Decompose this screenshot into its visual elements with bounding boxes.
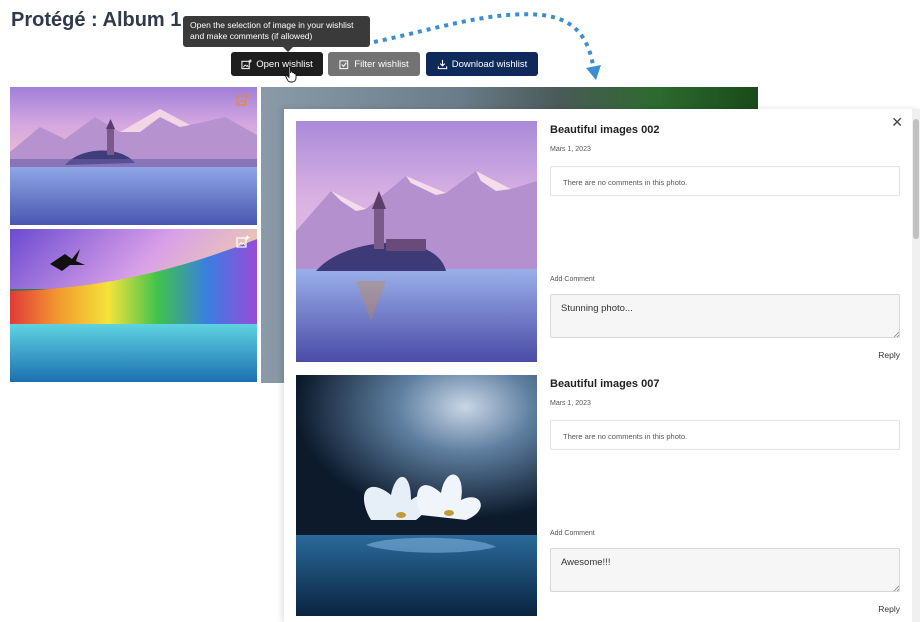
resize-grip-icon[interactable] (893, 585, 899, 591)
lake-castle-photo (296, 121, 537, 362)
add-comment-label: Add Comment (550, 530, 595, 537)
open-wishlist-button[interactable]: Open wishlist (231, 52, 323, 76)
panel-scrollbar-thumb[interactable] (913, 119, 919, 239)
gallery-thumbnail-rainbow-falls[interactable] (10, 229, 257, 382)
wishlist-item-image (296, 375, 537, 616)
annotation-arrow (373, 12, 601, 80)
filter-wishlist-icon (339, 59, 349, 69)
open-wishlist-icon (241, 58, 252, 69)
wishlist-panel: ✕ Beautiful images 002 Mars 1, 2023 Ther… (284, 109, 920, 622)
reply-button[interactable]: Reply (878, 604, 900, 614)
comment-input[interactable]: Awesome!!! (550, 548, 900, 592)
reply-button[interactable]: Reply (878, 350, 900, 360)
hand-cursor-icon (285, 66, 297, 83)
lake-castle-image (10, 87, 257, 225)
rainbow-falls-image (10, 229, 257, 382)
comments-box: There are no comments in this photo. (550, 166, 900, 196)
wishlist-item-title: Beautiful images 007 (550, 378, 660, 390)
page-title: Protégé : Album 1 (11, 9, 182, 31)
wishlist-item-date: Mars 1, 2023 (550, 146, 591, 153)
add-to-wishlist-icon[interactable] (236, 235, 250, 248)
wishlist-item-image (296, 121, 537, 362)
wishlist-item-date: Mars 1, 2023 (550, 400, 591, 407)
lily-flowers-photo (296, 375, 537, 616)
wishlist-item: Beautiful images 007 Mars 1, 2023 There … (296, 375, 900, 622)
add-to-wishlist-icon[interactable] (236, 93, 250, 106)
panel-scrollbar[interactable] (912, 109, 920, 622)
wishlist-tooltip: Open the selection of image in your wish… (183, 16, 370, 52)
comments-box: There are no comments in this photo. (550, 420, 900, 450)
wishlist-item: Beautiful images 002 Mars 1, 2023 There … (296, 121, 900, 369)
resize-grip-icon[interactable] (893, 331, 899, 337)
wishlist-item-title: Beautiful images 002 (550, 124, 660, 136)
add-comment-label: Add Comment (550, 276, 595, 283)
comment-input[interactable]: Stunning photo... (550, 294, 900, 338)
gallery-thumbnail-lake-castle[interactable] (10, 87, 257, 225)
